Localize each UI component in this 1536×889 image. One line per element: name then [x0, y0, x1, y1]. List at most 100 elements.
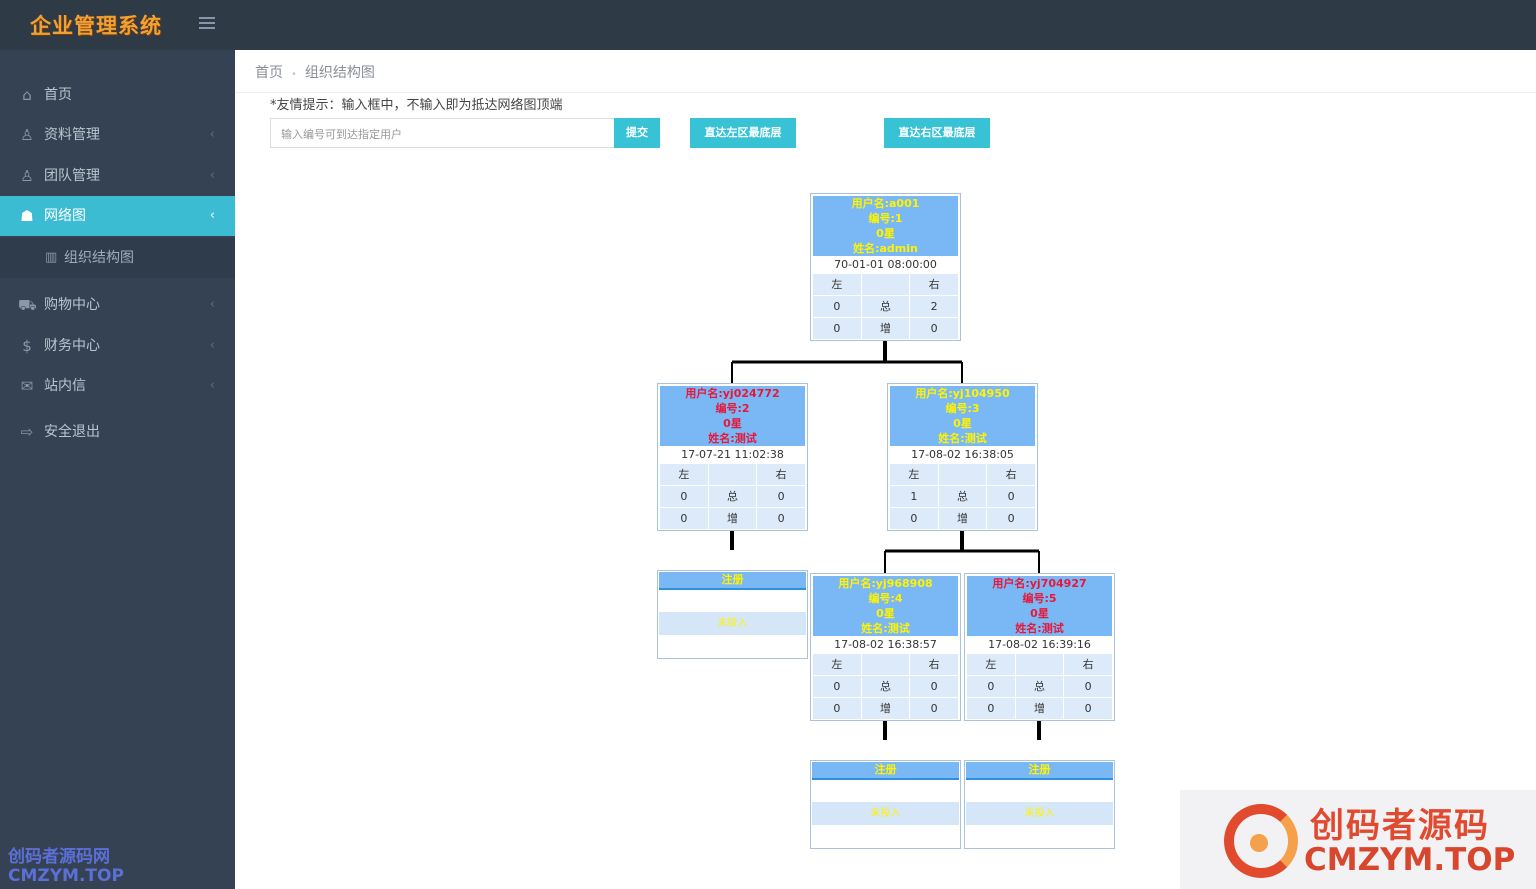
- truck-icon: ⛟: [18, 296, 37, 314]
- stat-right-label: 右: [910, 274, 959, 295]
- sidebar-item-finance[interactable]: $ 财务中心 ‹: [0, 326, 235, 366]
- member-number: 编号:4: [868, 592, 903, 605]
- stat-total-right: 2: [910, 296, 959, 317]
- sidebar-item-shop[interactable]: ⛟ 购物中心 ‹: [0, 285, 235, 325]
- member-node-header: 用户名:yj704927 编号:5 0星 姓名:测试: [967, 576, 1112, 636]
- stat-right-label: 右: [1064, 654, 1113, 675]
- sitemap-icon: ☗: [20, 207, 34, 225]
- top-bar: 企业管理系统: [0, 0, 1536, 50]
- chevron-left-icon: ‹: [209, 297, 215, 312]
- user-icon: ♙: [20, 126, 34, 144]
- stat-left-label: 左: [813, 274, 861, 295]
- member-username: 用户名:yj104950: [915, 387, 1010, 400]
- app-logo: 企业管理系统: [30, 13, 162, 38]
- sidebar-item-home[interactable]: ⌂ 首页: [0, 75, 235, 115]
- register-link[interactable]: 注册: [659, 572, 806, 590]
- stat-total-right: 0: [1064, 676, 1113, 697]
- stat-total-label: 总: [1015, 676, 1064, 697]
- member-name: 姓名:测试: [861, 622, 910, 635]
- sidebar-item-label: 财务中心: [44, 338, 100, 354]
- member-node-header: 用户名:yj024772 编号:2 0星 姓名:测试: [660, 386, 805, 446]
- sidebar-item-profile[interactable]: ♙ 资料管理 ‹: [0, 115, 235, 155]
- stat-right-label: 右: [910, 654, 959, 675]
- sidebar-item-label: 安全退出: [44, 424, 100, 440]
- sidebar-item-team[interactable]: ♙ 团队管理 ‹: [0, 156, 235, 196]
- team-icon: ♙: [20, 167, 34, 185]
- stat-inc-right: 0: [910, 698, 959, 719]
- stat-total-label: 总: [938, 486, 987, 507]
- member-node[interactable]: 用户名:a001 编号:1 0星 姓名:admin 70-01-01 08:00:00 左…: [810, 193, 961, 341]
- stat-left-label: 左: [890, 464, 938, 485]
- register-link[interactable]: 注册: [812, 762, 959, 780]
- member-node[interactable]: 用户名:yj104950 编号:3 0星 姓名:测试 17-08-02 16:38:05…: [887, 383, 1038, 531]
- stat-right-label: 右: [987, 464, 1036, 485]
- sidebar-subitem-org-chart[interactable]: ▥ 组织结构图: [0, 238, 235, 278]
- member-stats: 左右0总00增0: [660, 464, 806, 530]
- sidebar-subitem-label: 组织结构图: [64, 250, 134, 266]
- member-number: 编号:2: [715, 402, 750, 415]
- stat-inc-left: 0: [890, 508, 938, 529]
- stat-total-label: 总: [861, 676, 910, 697]
- sidebar-item-label: 网络图: [44, 208, 86, 224]
- member-node[interactable]: 用户名:yj704927 编号:5 0星 姓名:测试 17-08-02 16:39:16…: [964, 573, 1115, 721]
- member-node-header: 用户名:yj968908 编号:4 0星 姓名:测试: [813, 576, 958, 636]
- stat-inc-right: 0: [987, 508, 1036, 529]
- stat-left-label: 左: [660, 464, 708, 485]
- sidebar-item-network[interactable]: ☗ 网络图 ‹: [0, 196, 235, 236]
- stat-total-left: 0: [660, 486, 708, 507]
- chevron-left-icon: ‹: [209, 168, 215, 183]
- sidebar-item-label: 首页: [44, 87, 72, 103]
- member-star: 0星: [953, 417, 972, 430]
- stat-inc-left: 0: [967, 698, 1015, 719]
- sidebar-watermark: 创码者源码网 CMZYM.TOP: [8, 848, 124, 886]
- stat-total-right: 0: [910, 676, 959, 697]
- corner-watermark-en: CMZYM.TOP: [1304, 842, 1516, 878]
- corner-watermark-cn: 创码者源码: [1310, 806, 1490, 846]
- member-number: 编号:1: [868, 212, 903, 225]
- stat-inc-label: 增: [861, 318, 910, 339]
- stat-inc-left: 0: [660, 508, 708, 529]
- member-stats: 左右0总00增0: [813, 654, 959, 720]
- member-stats: 左右0总20增0: [813, 274, 959, 340]
- stat-total-right: 0: [987, 486, 1036, 507]
- menu-toggle-icon[interactable]: [199, 17, 215, 31]
- sidebar-item-logout[interactable]: ⇨ 安全退出: [0, 412, 235, 452]
- chevron-left-icon: ‹: [209, 338, 215, 353]
- watermark-en: CMZYM.TOP: [8, 866, 124, 886]
- member-date: 17-07-21 11:02:38: [681, 448, 784, 461]
- stat-right-label: 右: [757, 464, 806, 485]
- stat-total-label: 总: [708, 486, 757, 507]
- member-node[interactable]: 用户名:yj024772 编号:2 0星 姓名:测试 17-07-21 11:02:38…: [657, 383, 808, 531]
- stat-total-left: 0: [967, 676, 1015, 697]
- member-node-header: 用户名:a001 编号:1 0星 姓名:admin: [813, 196, 958, 256]
- member-node[interactable]: 用户名:yj968908 编号:4 0星 姓名:测试 17-08-02 16:38:57…: [810, 573, 961, 721]
- empty-slot[interactable]: 注册 未投入: [810, 760, 961, 849]
- stat-inc-right: 0: [910, 318, 959, 339]
- logout-icon: ⇨: [20, 423, 34, 441]
- member-number: 编号:3: [945, 402, 980, 415]
- empty-slot[interactable]: 注册 未投入: [657, 570, 808, 659]
- member-name: 姓名:测试: [708, 432, 757, 445]
- watermark-cn: 创码者源码网: [8, 847, 110, 867]
- member-name: 姓名:admin: [853, 242, 918, 255]
- member-username: 用户名:yj024772: [685, 387, 780, 400]
- chevron-left-icon: ‹: [209, 208, 215, 223]
- stat-inc-right: 0: [757, 508, 806, 529]
- member-date: 17-08-02 16:38:57: [834, 638, 937, 651]
- mail-icon: ✉: [20, 377, 34, 395]
- empty-slot-text: 未投入: [966, 802, 1113, 825]
- stat-total-right: 0: [757, 486, 806, 507]
- empty-slot[interactable]: 注册 未投入: [964, 760, 1115, 849]
- member-stats: 左右1总00增0: [890, 464, 1036, 530]
- stat-inc-label: 增: [938, 508, 987, 529]
- member-name: 姓名:测试: [1015, 622, 1064, 635]
- stat-total-label: 总: [861, 296, 910, 317]
- corner-watermark: 创码者源码 CMZYM.TOP: [1180, 790, 1536, 889]
- sidebar-item-messages[interactable]: ✉ 站内信 ‹: [0, 366, 235, 406]
- bar-chart-icon: ▥: [45, 250, 58, 265]
- register-link[interactable]: 注册: [966, 762, 1113, 780]
- stat-inc-label: 增: [708, 508, 757, 529]
- member-username: 用户名:a001: [851, 197, 920, 210]
- empty-slot-text: 未投入: [659, 612, 806, 635]
- member-stats: 左右0总00增0: [967, 654, 1113, 720]
